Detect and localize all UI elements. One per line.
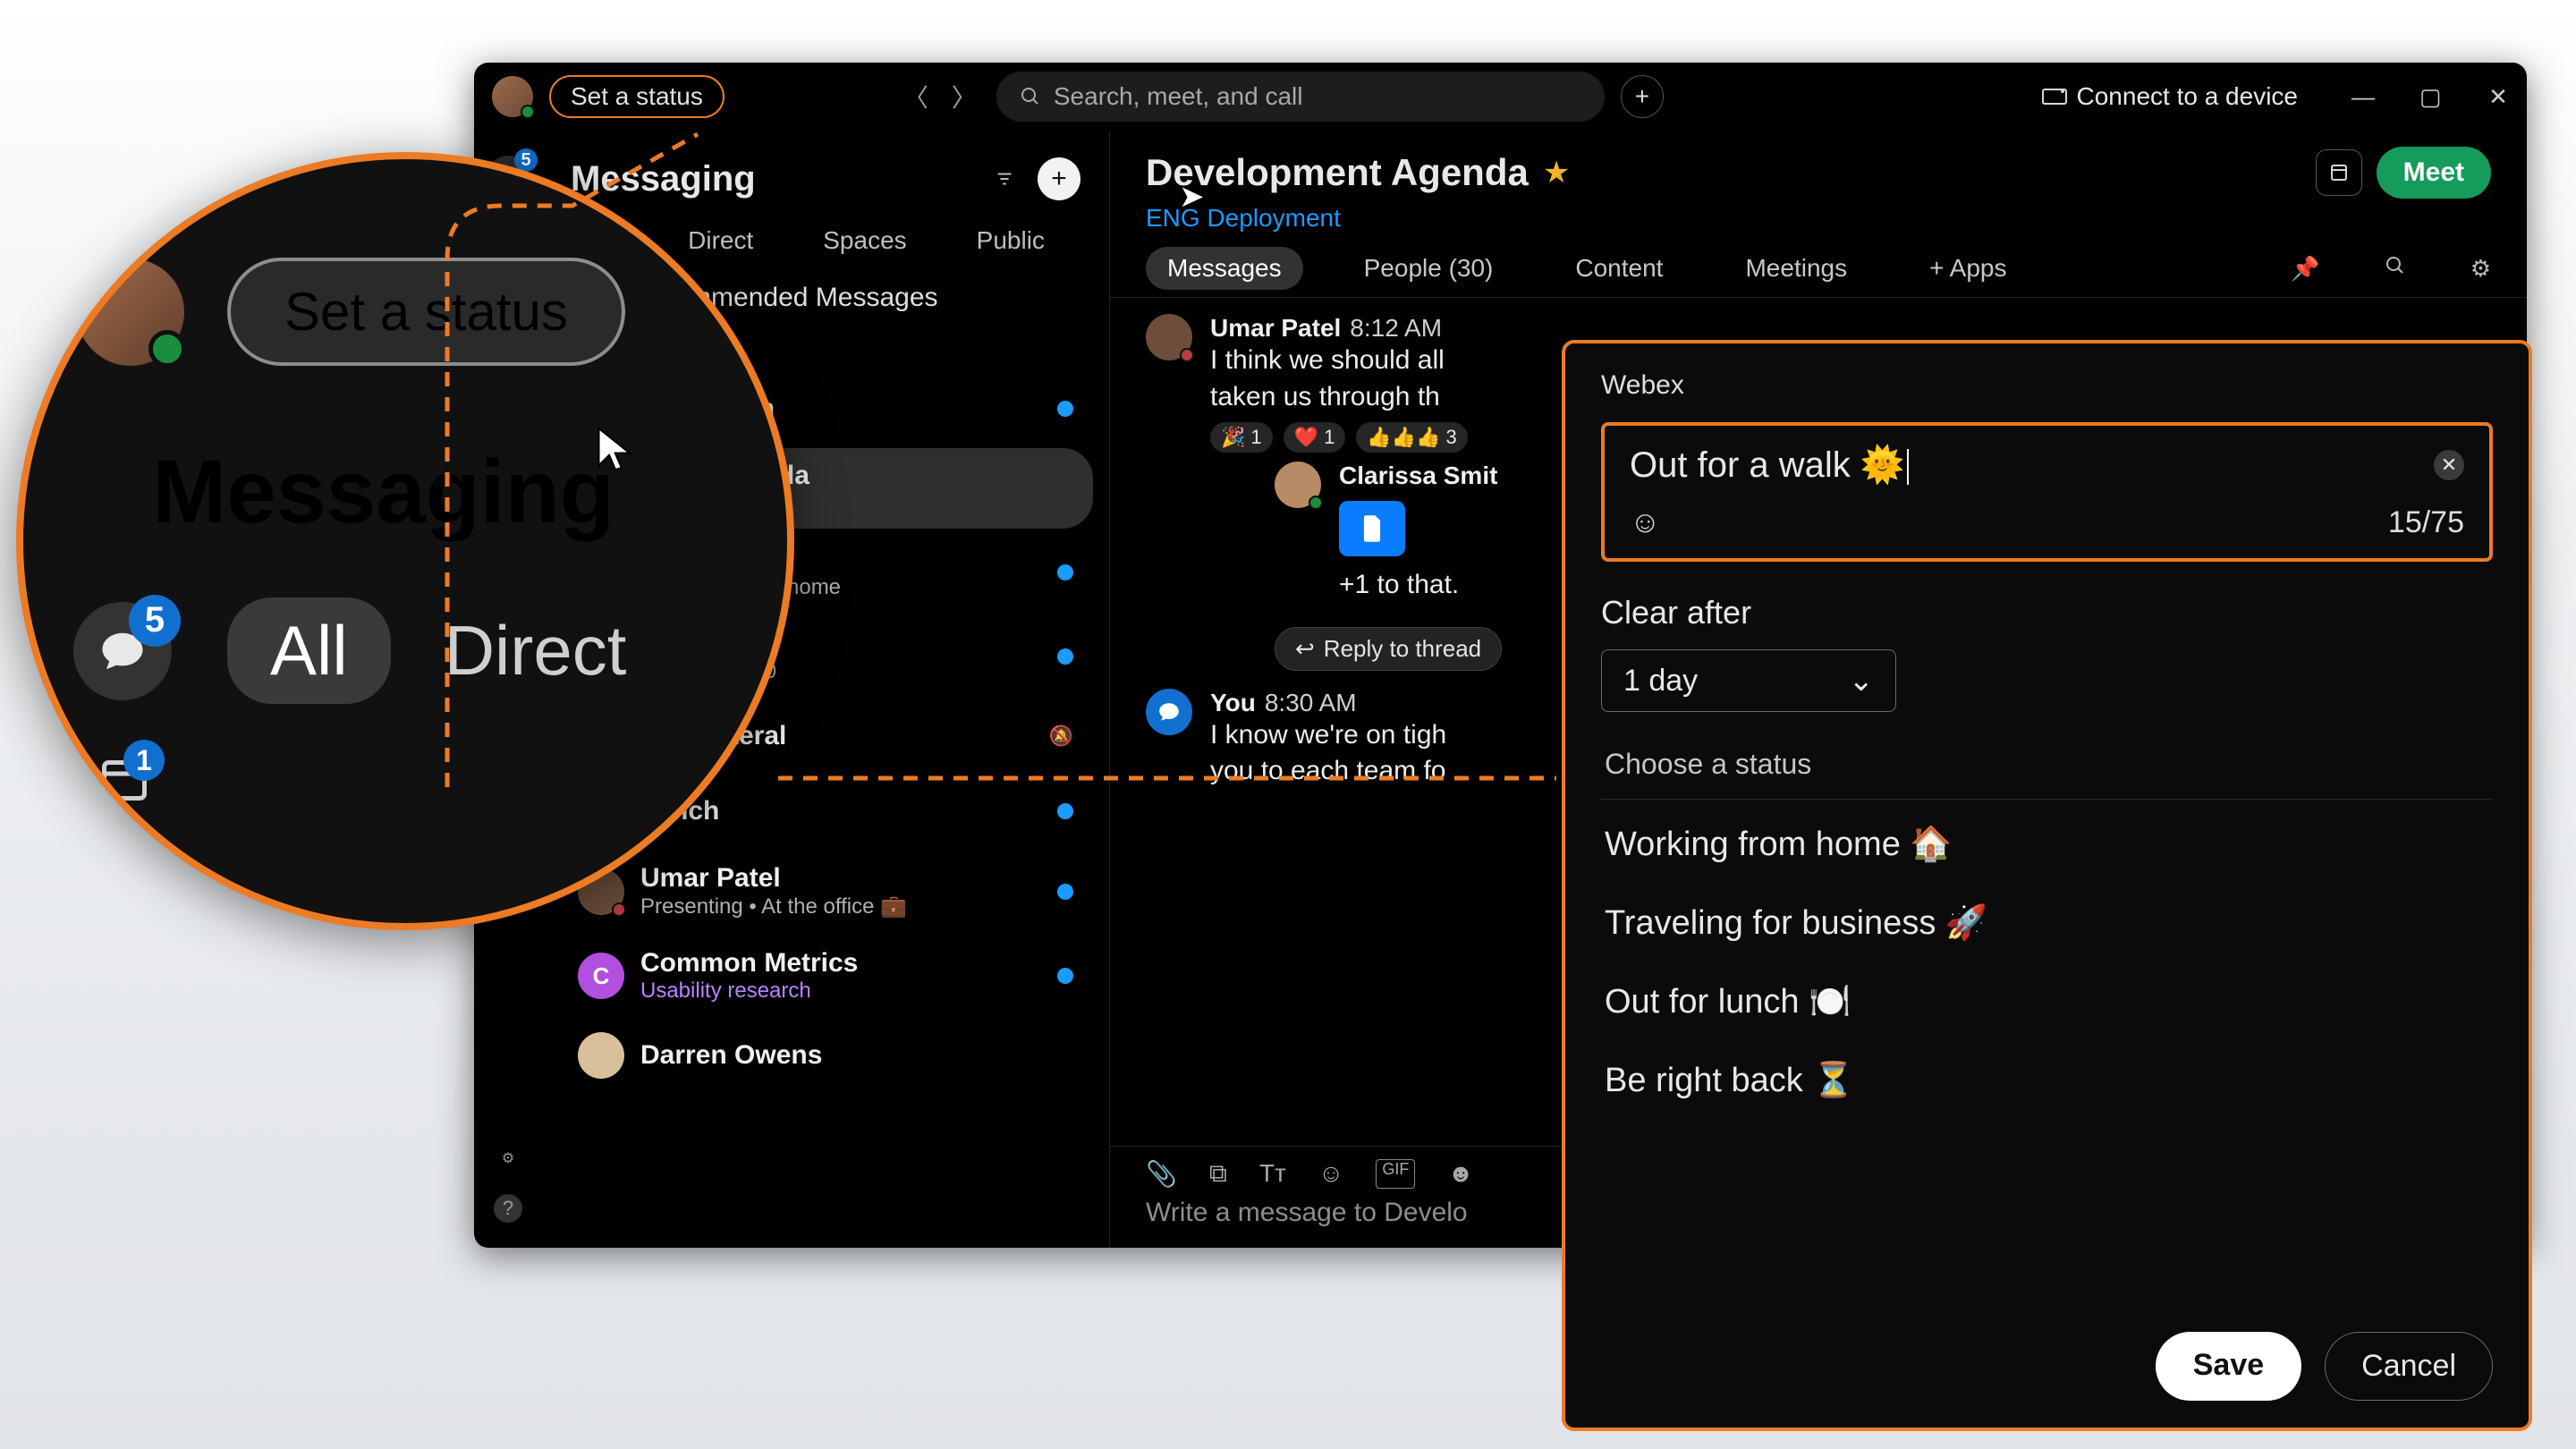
tab-meetings[interactable]: Meetings <box>1724 247 1868 290</box>
unread-dot <box>1057 401 1073 417</box>
callout-cursor-icon <box>590 424 640 487</box>
message-avatar[interactable] <box>1146 689 1192 735</box>
tab-people[interactable]: People (30) <box>1343 247 1515 290</box>
nav-forward-button[interactable]: 〉 <box>948 80 980 113</box>
maximize-button[interactable]: ▢ <box>2419 83 2441 111</box>
bitmoji-icon[interactable]: ☻ <box>1447 1159 1473 1189</box>
search-space-icon[interactable] <box>2385 255 2406 283</box>
status-option[interactable]: Traveling for business 🚀 <box>1601 884 2493 962</box>
attach-icon[interactable]: 📎 <box>1146 1159 1177 1189</box>
callout-messaging: Messaging <box>152 441 733 544</box>
message-time: 8:30 AM <box>1265 689 1357 716</box>
cursor-icon: ➤ <box>1179 179 1205 215</box>
reaction[interactable]: 🎉1 <box>1210 422 1273 453</box>
tab-apps[interactable]: + Apps <box>1908 247 2028 290</box>
callout-chat-icon: 5 <box>73 602 172 700</box>
emoji-button[interactable]: ☺ <box>1630 505 1661 540</box>
gif-icon[interactable]: GIF <box>1376 1159 1415 1189</box>
screenshot-icon[interactable]: ⧉ <box>1209 1159 1227 1189</box>
cancel-button[interactable]: Cancel <box>2325 1332 2493 1401</box>
callout-tab-all: All <box>227 597 391 704</box>
space-settings-icon[interactable]: ⚙ <box>2470 255 2491 283</box>
callout-avatar <box>77 258 184 366</box>
sidebar-add-button[interactable]: + <box>1038 157 1080 200</box>
clear-after-dropdown[interactable]: 1 day ⌄ <box>1601 649 1896 712</box>
search-placeholder: Search, meet, and call <box>1054 82 1303 111</box>
device-icon <box>2041 86 2068 107</box>
status-option[interactable]: Be right back ⏳ <box>1601 1041 2493 1120</box>
callout-cal-badge: 1 <box>123 740 165 781</box>
tab-spaces[interactable]: Spaces <box>803 221 926 260</box>
zoom-callout: Set a status Messaging 5 All Direct 1 <box>16 152 794 930</box>
status-input[interactable]: Out for a walk 🌞 ✕ ☺ 15/75 <box>1601 422 2493 562</box>
user-avatar[interactable] <box>492 76 533 117</box>
message-author: You <box>1210 689 1256 716</box>
title-bar: Set a status ➤ 〈 〉 Search, meet, and cal… <box>474 63 2527 131</box>
callout-set-status: Set a status <box>227 258 625 366</box>
minimize-button[interactable]: — <box>2351 83 2373 111</box>
tab-content[interactable]: Content <box>1554 247 1684 290</box>
dropdown-value: 1 day <box>1623 664 1698 699</box>
muted-icon: 🔕 <box>1049 724 1073 748</box>
callout-calendar-icon: 1 <box>93 747 156 809</box>
callout-tab-direct: Direct <box>445 610 627 691</box>
search-icon <box>1020 86 1041 107</box>
status-value: Out for a walk 🌞 <box>1630 444 2434 486</box>
chat-icon <box>1157 700 1181 724</box>
reply-thread-button[interactable]: ↩ Reply to thread <box>1275 627 1502 671</box>
space-tabs: Messages People (30) Content Meetings + … <box>1110 240 2527 298</box>
search-input[interactable]: Search, meet, and call <box>996 72 1605 122</box>
nav-back-button[interactable]: 〈 <box>900 80 932 113</box>
presence-dot <box>521 105 535 119</box>
clear-status-button[interactable]: ✕ <box>2434 450 2464 480</box>
filter-icon[interactable] <box>989 164 1020 194</box>
message-time: 8:12 AM <box>1350 314 1442 342</box>
connect-label: Connect to a device <box>2077 82 2299 111</box>
format-icon[interactable]: Tт <box>1259 1159 1286 1189</box>
window-icon <box>2328 162 2350 183</box>
save-button[interactable]: Save <box>2156 1332 2301 1401</box>
close-button[interactable]: ✕ <box>2487 83 2509 111</box>
message-author: Clarissa Smit <box>1339 462 1497 489</box>
choose-label: Choose a status <box>1605 748 2489 781</box>
set-status-button[interactable]: Set a status <box>549 75 724 118</box>
global-add-button[interactable]: + <box>1621 75 1664 118</box>
meet-button[interactable]: Meet <box>2377 147 2491 199</box>
status-option[interactable]: Out for lunch 🍽️ <box>1601 962 2493 1041</box>
status-popover: Webex Out for a walk 🌞 ✕ ☺ 15/75 Clear a… <box>1562 340 2532 1431</box>
char-counter: 15/75 <box>2388 505 2464 540</box>
message-avatar[interactable] <box>1146 314 1192 360</box>
message-avatar[interactable] <box>1275 462 1321 508</box>
reaction[interactable]: 👍👍👍3 <box>1356 422 1467 453</box>
separator <box>1601 799 2493 800</box>
file-icon <box>1339 501 1405 556</box>
callout-badge: 5 <box>129 595 181 647</box>
clear-after-label: Clear after <box>1601 594 2493 631</box>
status-option[interactable]: Working from home 🏠 <box>1601 805 2493 884</box>
message-author: Umar Patel <box>1210 314 1341 342</box>
popover-title: Webex <box>1601 370 2493 401</box>
content-button[interactable] <box>2316 149 2362 196</box>
settings-icon[interactable]: ⚙ <box>502 1149 514 1167</box>
tab-public[interactable]: Public <box>957 221 1064 260</box>
window-controls: — ▢ ✕ <box>2351 83 2509 111</box>
pin-icon[interactable]: 📌 <box>2291 255 2319 283</box>
tab-messages[interactable]: Messages <box>1146 247 1303 290</box>
emoji-picker-icon[interactable]: ☺ <box>1318 1159 1344 1189</box>
favorite-star-icon[interactable]: ★ <box>1543 155 1570 191</box>
list-item[interactable]: Darren Owens <box>558 1020 1093 1091</box>
chevron-down-icon: ⌄ <box>1849 663 1875 699</box>
team-link[interactable]: ENG Deployment <box>1110 204 2527 240</box>
connect-device-button[interactable]: Connect to a device <box>2041 82 2299 111</box>
help-icon[interactable]: ? <box>494 1194 522 1223</box>
list-item[interactable]: CCommon MetricsUsability research <box>558 936 1093 1016</box>
reaction[interactable]: ❤️1 <box>1284 422 1346 453</box>
